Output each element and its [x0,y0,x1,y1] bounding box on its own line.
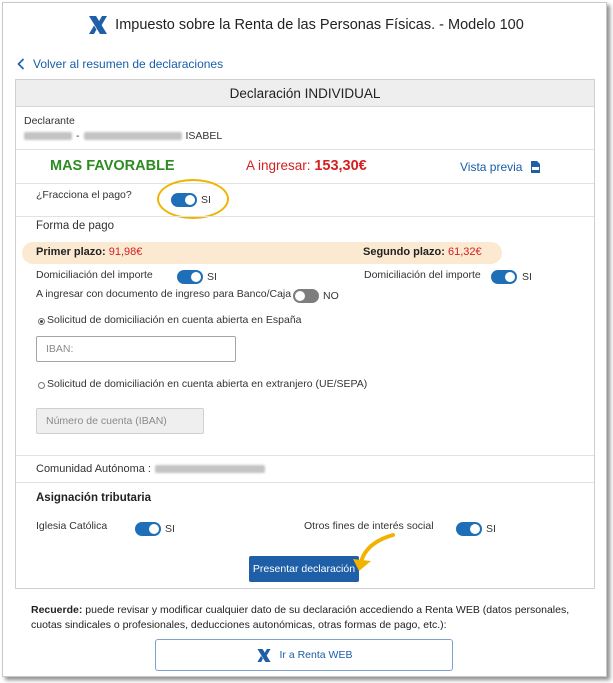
domiciliacion-primer-toggle[interactable] [177,270,203,284]
fracciona-label: ¿Fracciona el pago? [36,189,132,201]
panel-title: Declaración INDIVIDUAL [16,80,594,107]
primer-plazo: Primer plazo: 91,98€ [36,246,142,258]
cuenta-extranjero-input[interactable] [36,408,204,434]
domiciliacion-segundo-label: Domiciliación del importe [364,269,481,281]
chevron-left-icon [17,58,25,70]
vista-previa-link[interactable]: Vista previa [460,160,541,174]
declarante-row: - ISABEL [24,130,222,142]
primer-plazo-label: Primer plazo: [36,246,106,258]
ingresar-amount: 153,30€ [314,158,367,174]
domiciliacion-primer-value: SI [207,271,217,283]
radio-cuenta-espana-label: Solicitud de domiciliación en cuenta abi… [47,314,302,326]
ir-renta-web-label: Ir a Renta WEB [279,649,353,661]
iglesia-label: Iglesia Católica [36,520,108,532]
radio-cuenta-extranjero-label: Solicitud de domiciliación en cuenta abi… [47,378,368,390]
iban-input[interactable] [36,336,236,362]
favorable-label: MAS FAVORABLE [50,158,175,174]
back-to-summary-link[interactable]: Volver al resumen de declaraciones [17,57,223,71]
page-title: Impuesto sobre la Renta de las Personas … [115,17,524,33]
recuerde-text: puede revisar y modificar cualquier dato… [31,604,570,631]
documento-ingreso-toggle[interactable] [293,289,319,303]
redacted-surname [83,132,182,140]
documento-ingreso-value: NO [323,290,339,302]
forma-pago-label: Forma de pago [36,220,114,232]
radio-cuenta-espana[interactable] [38,318,45,325]
aeat-logo-icon [256,648,271,662]
primer-plazo-value: 91,98€ [108,246,143,258]
comunidad-row: Comunidad Autónoma : [36,463,265,475]
ingresar-amount-row: A ingresar: 153,30€ [246,158,367,174]
comunidad-label: Comunidad Autónoma : [36,463,151,475]
segundo-plazo-value: 61,32€ [447,246,482,258]
segundo-plazo-label: Segundo plazo: [363,246,445,258]
recuerde-note: Recuerde: puede revisar y modificar cual… [31,603,591,633]
documento-ingreso-label: A ingresar con documento de ingreso para… [36,288,292,300]
redacted-nif [24,132,72,140]
aeat-logo-icon [89,16,108,34]
recuerde-bold: Recuerde: [31,604,83,616]
declarante-name: ISABEL [185,130,223,142]
iglesia-toggle[interactable] [135,522,161,536]
app-window: Impuesto sobre la Renta de las Personas … [2,2,607,677]
domiciliacion-primer-label: Domiciliación del importe [36,269,153,281]
declarante-label: Declarante [24,115,75,127]
back-link-label: Volver al resumen de declaraciones [33,57,224,71]
otros-fines-toggle[interactable] [456,522,482,536]
radio-cuenta-extranjero[interactable] [38,382,45,389]
ir-renta-web-button[interactable]: Ir a Renta WEB [155,639,453,671]
iglesia-value: SI [165,523,175,535]
domiciliacion-segundo-value: SI [522,271,532,283]
presentar-declaracion-button[interactable]: Presentar declaración [249,556,359,582]
vista-previa-label: Vista previa [460,160,523,174]
asignacion-title: Asignación tributaria [36,492,152,504]
highlight-circle [157,179,229,219]
segundo-plazo: Segundo plazo: 61,32€ [363,246,482,258]
pdf-icon [531,161,541,173]
domiciliacion-segundo-toggle[interactable] [491,270,517,284]
pointer-arrow-icon [353,533,395,571]
redacted-comunidad [154,465,265,473]
ingresar-label: A ingresar: [246,158,311,173]
declaration-panel: Declaración INDIVIDUAL Declarante - ISAB… [15,79,595,589]
otros-fines-value: SI [486,523,496,535]
page-header: Impuesto sobre la Renta de las Personas … [3,13,608,37]
